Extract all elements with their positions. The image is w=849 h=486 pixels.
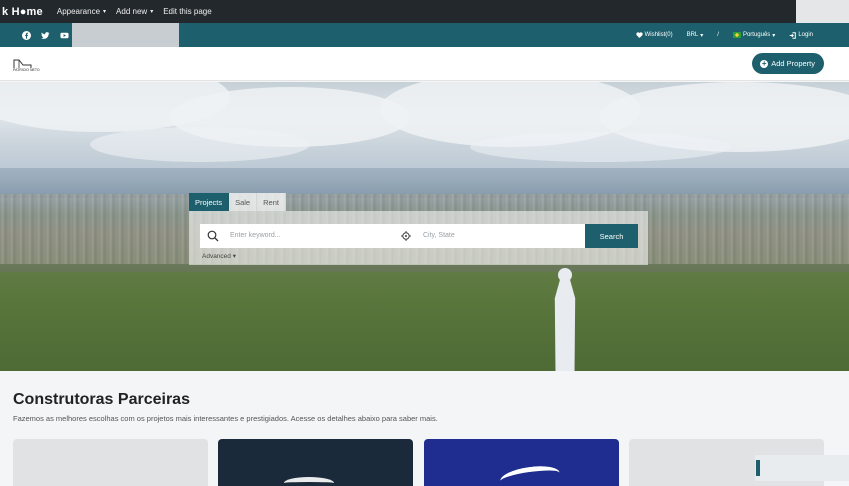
admin-bar: k H●me Appearance ▾ Add new ▾ Edit this … (0, 0, 849, 23)
twitter-icon[interactable] (41, 31, 50, 40)
advanced-label: Advanced (202, 253, 231, 260)
currency-label: BRL (686, 32, 699, 38)
partner-logo (284, 477, 334, 486)
redacted-area (72, 23, 179, 47)
statue (542, 262, 588, 371)
logo-text: PATRICIO NETO (13, 68, 40, 72)
admin-menu-label: Appearance (56, 7, 101, 16)
section-title: Construtoras Parceiras (13, 391, 190, 408)
chevron-down-icon: ▾ (700, 32, 704, 39)
partner-logo (498, 462, 562, 486)
search-panel: Enter keyword... City, State Search Adva… (189, 211, 648, 265)
facebook-icon[interactable] (22, 30, 31, 40)
language-selector[interactable]: Português ▾ (732, 32, 776, 39)
site-logo[interactable]: PATRICIO NETO (13, 56, 44, 72)
search-tabs: Projects Sale Rent (189, 193, 286, 211)
search-button[interactable]: Search (585, 224, 638, 248)
cloud (90, 127, 310, 162)
brazil-flag-icon (732, 32, 741, 38)
city-placeholder: City, State (423, 232, 455, 239)
tab-sale[interactable]: Sale (229, 193, 258, 211)
redacted-area (796, 0, 849, 23)
keyword-placeholder: Enter keyword... (230, 232, 281, 239)
language-label: Português (742, 32, 771, 38)
admin-menu-label: Edit this page (163, 7, 212, 16)
separator: / (717, 32, 719, 38)
partner-card[interactable] (13, 439, 208, 486)
city-state-input[interactable]: City, State (416, 224, 586, 248)
site-header: PATRICIO NETO + Add Property (0, 47, 849, 81)
social-links (22, 30, 69, 40)
crosshair-icon[interactable] (401, 231, 411, 241)
chevron-down-icon: ▾ (103, 9, 107, 15)
login-link[interactable]: Login (789, 31, 813, 39)
heart-icon (635, 32, 643, 38)
redacted-area (755, 455, 849, 481)
chevron-down-icon: ▾ (150, 9, 154, 15)
wishlist-link[interactable]: Wishlist(0) (635, 32, 673, 38)
login-label: Login (798, 32, 813, 38)
chevron-down-icon: ▾ (232, 253, 236, 260)
advanced-search-toggle[interactable]: Advanced ▾ (202, 252, 236, 260)
add-property-button[interactable]: + Add Property (752, 53, 824, 74)
tab-projects[interactable]: Projects (189, 193, 230, 211)
section-subtitle: Fazemos as melhores escolhas com os proj… (13, 414, 438, 423)
admin-menu-add-new[interactable]: Add new ▾ (116, 7, 153, 16)
wishlist-label: Wishlist(0) (644, 32, 673, 38)
admin-menu-edit-page[interactable]: Edit this page (163, 7, 211, 16)
chevron-down-icon: ▾ (772, 32, 776, 39)
green-field (0, 272, 849, 371)
tab-rent[interactable]: Rent (257, 193, 286, 211)
top-bar: Wishlist(0) BRL ▾ / Português ▾ Login (0, 23, 849, 47)
currency-selector[interactable]: BRL ▾ (687, 32, 704, 39)
partner-card[interactable] (424, 439, 619, 486)
partner-card[interactable] (218, 439, 413, 486)
search-icon (207, 230, 219, 242)
admin-menu-appearance[interactable]: Appearance ▾ (57, 7, 106, 16)
add-property-label: Add Property (771, 59, 815, 68)
plus-icon: + (760, 58, 769, 68)
top-bar-actions: Wishlist(0) BRL ▾ / Português ▾ Login (635, 31, 813, 39)
admin-menu-label: Add new (116, 7, 148, 16)
login-icon (790, 31, 797, 39)
cloud (470, 132, 730, 162)
admin-site-name[interactable]: k H●me (2, 6, 43, 18)
youtube-icon[interactable] (60, 31, 69, 40)
